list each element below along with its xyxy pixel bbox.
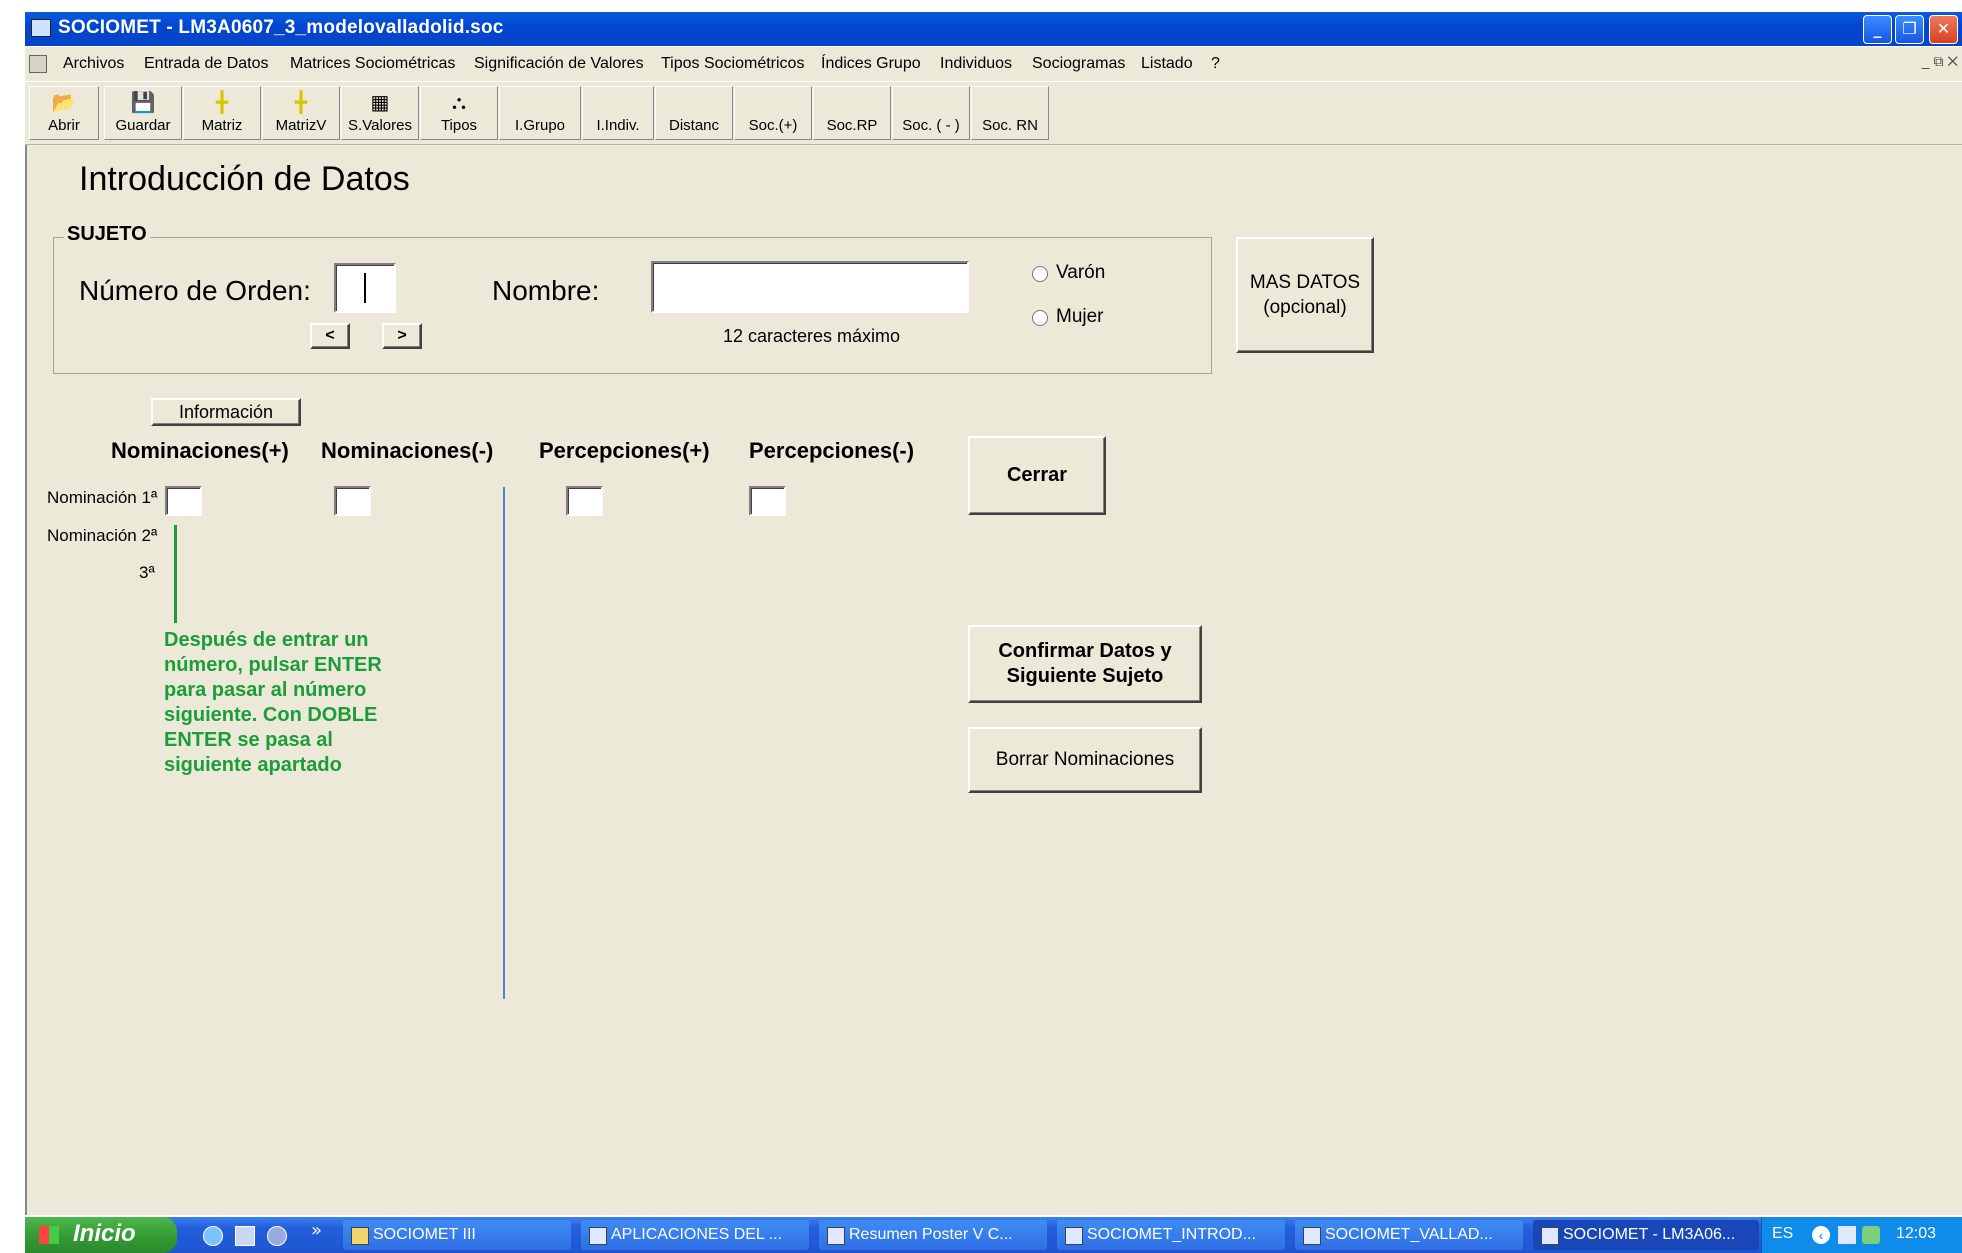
perception-negative-input[interactable]	[749, 486, 786, 516]
minimize-button[interactable]: _	[1863, 15, 1892, 44]
language-indicator[interactable]: ES	[1772, 1225, 1793, 1243]
name-max-hint: 12 caracteres máximo	[723, 326, 901, 346]
toolbar-distanc-button[interactable]: Distanc	[655, 86, 733, 140]
toolbar: 📂 Abrir 💾 Guardar ╋ Matriz ╋ MatrizV ▦ S…	[25, 82, 1962, 145]
task-sociomet-vallad[interactable]: SOCIOMET_VALLAD...	[1295, 1220, 1523, 1250]
toolbar-iindiv-button[interactable]: I.Indiv.	[582, 86, 654, 140]
toolbar-soc-rn-button[interactable]: Soc. RN	[971, 86, 1049, 140]
toolbar-svalores-button[interactable]: ▦ S.Valores	[341, 86, 419, 140]
text-cursor	[364, 273, 366, 303]
word-doc-icon	[1065, 1227, 1083, 1245]
toolbar-matriz-button[interactable]: ╋ Matriz	[183, 86, 261, 140]
confirm-next-button[interactable]: Confirmar Datos y Siguiente Sujeto	[968, 625, 1202, 703]
nomination-positive-input[interactable]	[165, 486, 202, 516]
menu-archivos[interactable]: Archivos	[63, 55, 124, 73]
perceptions-positive-heading: Percepciones(+)	[539, 438, 710, 463]
tray-back-icon[interactable]: ‹	[1812, 1226, 1830, 1244]
menu-listado[interactable]: Listado	[1141, 55, 1193, 73]
menu-entrada-datos[interactable]: Entrada de Datos	[144, 55, 269, 73]
name-input[interactable]	[651, 261, 969, 313]
enter-instructions: Después de entrar un número, pulsar ENTE…	[164, 629, 382, 776]
document-icon	[29, 55, 47, 73]
task-sociomet-introd[interactable]: SOCIOMET_INTROD...	[1057, 1220, 1285, 1250]
word-doc-icon	[1303, 1227, 1321, 1245]
menu-help[interactable]: ?	[1211, 55, 1220, 73]
perceptions-negative-heading: Percepciones(-)	[749, 438, 915, 463]
previous-subject-button[interactable]: <	[310, 323, 350, 349]
restore-button[interactable]: ❐	[1895, 15, 1924, 44]
task-sociomet-iii[interactable]: SOCIOMET III	[343, 1220, 571, 1250]
toolbar-guardar-button[interactable]: 💾 Guardar	[104, 86, 182, 140]
menu-bar: Archivos Entrada de Datos Matrices Socio…	[25, 47, 1962, 81]
sujeto-group-label: SUJETO	[64, 223, 150, 246]
menu-individuos[interactable]: Individuos	[940, 55, 1012, 73]
network-icon: ⛬	[452, 92, 466, 114]
toolbar-soc-rp-button[interactable]: Soc.RP	[813, 86, 891, 140]
window-title: SOCIOMET - LM3A0607_3_modelovalladolid.s…	[58, 17, 504, 38]
quicklaunch-more[interactable]: »	[311, 1220, 322, 1241]
desktop-icon[interactable]	[235, 1226, 255, 1246]
nomination-3-label: 3ª	[139, 563, 155, 582]
close-form-button[interactable]: Cerrar	[968, 436, 1106, 515]
values-grid-icon: ▦	[370, 92, 390, 114]
ie-icon[interactable]	[203, 1226, 223, 1246]
data-entry-form: Introducción de Datos SUJETO Número de O…	[25, 145, 1962, 1215]
toolbar-matrizv-button[interactable]: ╋ MatrizV	[262, 86, 340, 140]
nominations-positive-heading: Nominaciones(+)	[111, 438, 289, 463]
clear-nominations-button[interactable]: Borrar Nominaciones	[968, 727, 1202, 793]
toolbar-soc-neg-button[interactable]: Soc. ( - )	[892, 86, 970, 140]
nominations-negative-heading: Nominaciones(-)	[321, 438, 494, 463]
information-button[interactable]: Información	[151, 398, 301, 426]
order-number-label: Número de Orden:	[79, 275, 311, 306]
task-resumen-poster[interactable]: Resumen Poster V C...	[819, 1220, 1047, 1250]
matrix-icon: ╋	[215, 92, 229, 114]
menu-indices-grupo[interactable]: Índices Grupo	[821, 55, 921, 73]
menu-tipos[interactable]: Tipos Sociométricos	[661, 55, 804, 73]
menu-matrices[interactable]: Matrices Sociométricas	[290, 55, 455, 73]
mdi-controls[interactable]: _ ⧉ ✕	[1922, 53, 1958, 70]
female-radio[interactable]	[1032, 310, 1048, 326]
nomination-2-label: Nominación 2ª	[47, 526, 158, 545]
task-aplicaciones[interactable]: APLICACIONES DEL ...	[581, 1220, 809, 1250]
toolbar-abrir-button[interactable]: 📂 Abrir	[29, 86, 99, 140]
word-doc-icon	[827, 1227, 845, 1245]
title-bar[interactable]: SOCIOMET - LM3A0607_3_modelovalladolid.s…	[25, 12, 1962, 46]
male-radio[interactable]	[1032, 266, 1048, 282]
open-folder-icon: 📂	[51, 92, 77, 114]
toolbar-soc-pos-button[interactable]: Soc.(+)	[734, 86, 812, 140]
nomination-1-label: Nominación 1ª	[47, 488, 158, 507]
toolbar-tipos-button[interactable]: ⛬ Tipos	[420, 86, 498, 140]
update-tray-icon[interactable]	[1862, 1226, 1880, 1244]
start-button[interactable]: Inicio	[25, 1217, 177, 1253]
green-guide-line	[174, 525, 177, 623]
menu-sociogramas[interactable]: Sociogramas	[1032, 55, 1125, 73]
matrix-v-icon: ╋	[294, 92, 308, 114]
clock: 12:03	[1896, 1225, 1937, 1242]
app-icon	[31, 19, 51, 37]
toolbar-igrupo-button[interactable]: I.Grupo	[499, 86, 581, 140]
column-divider	[503, 487, 505, 999]
app-icon	[1541, 1227, 1559, 1245]
perception-positive-input[interactable]	[566, 486, 603, 516]
order-number-input[interactable]	[334, 263, 396, 313]
task-sociomet-active[interactable]: SOCIOMET - LM3A06...	[1533, 1220, 1759, 1250]
more-data-button[interactable]: MAS DATOS (opcional)	[1236, 237, 1374, 353]
name-label: Nombre:	[492, 275, 600, 306]
save-disk-icon: 💾	[130, 92, 156, 114]
folder-icon	[351, 1227, 369, 1245]
system-tray: ES ‹ 12:03	[1761, 1217, 1962, 1253]
word-doc-icon	[589, 1227, 607, 1245]
form-title: Introducción de Datos	[79, 160, 410, 198]
female-label: Mujer	[1056, 306, 1104, 327]
male-label: Varón	[1056, 262, 1106, 283]
next-subject-button[interactable]: >	[382, 323, 422, 349]
browser-icon[interactable]	[267, 1226, 287, 1246]
nomination-negative-input[interactable]	[334, 486, 371, 516]
taskbar: Inicio » SOCIOMET III APLICACIONES DEL .…	[25, 1217, 1962, 1253]
close-button[interactable]: ✕	[1929, 15, 1958, 44]
menu-significacion[interactable]: Significación de Valores	[474, 55, 644, 73]
network-tray-icon[interactable]	[1838, 1226, 1856, 1244]
windows-flag-icon	[39, 1226, 59, 1244]
